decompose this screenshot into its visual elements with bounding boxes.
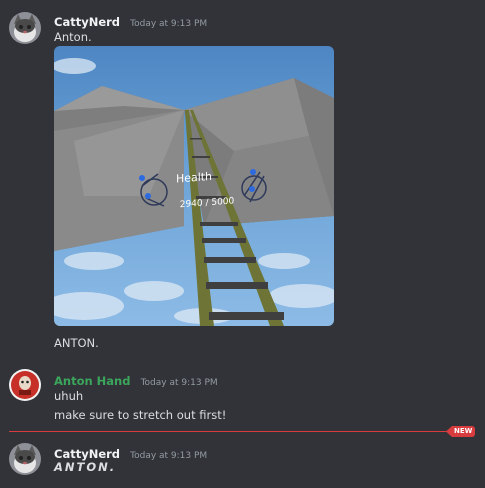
timestamp[interactable]: Today at 9:13 PM (130, 451, 207, 461)
avatar[interactable] (9, 369, 41, 401)
message-text: make sure to stretch out first! (54, 408, 227, 422)
new-messages-divider (9, 431, 471, 432)
avatar[interactable] (9, 12, 41, 44)
avatar[interactable] (9, 443, 41, 475)
message-text: uhuh (54, 389, 84, 403)
cat-avatar-icon (9, 443, 41, 475)
image-attachment[interactable]: Health 2940 / 5000 (54, 46, 334, 326)
username[interactable]: CattyNerd (54, 15, 120, 29)
new-badge: NEW (446, 426, 476, 437)
message-header: Anton Hand Today at 9:13 PM (54, 370, 218, 389)
hud-health-label: Health (176, 170, 212, 186)
username[interactable]: Anton Hand (54, 374, 130, 388)
message-text: ANTON. (54, 460, 117, 474)
timestamp[interactable]: Today at 9:13 PM (130, 19, 207, 29)
timestamp[interactable]: Today at 9:13 PM (141, 378, 218, 388)
username[interactable]: CattyNerd (54, 447, 120, 461)
cat-avatar-icon (9, 12, 41, 44)
vr-screenshot-image: Health 2940 / 5000 (54, 46, 334, 326)
message-text: ANTON. (54, 336, 99, 350)
message-text: Anton. (54, 30, 92, 44)
message-header: CattyNerd Today at 9:13 PM (54, 11, 207, 30)
red-hand-avatar-icon (9, 369, 41, 401)
